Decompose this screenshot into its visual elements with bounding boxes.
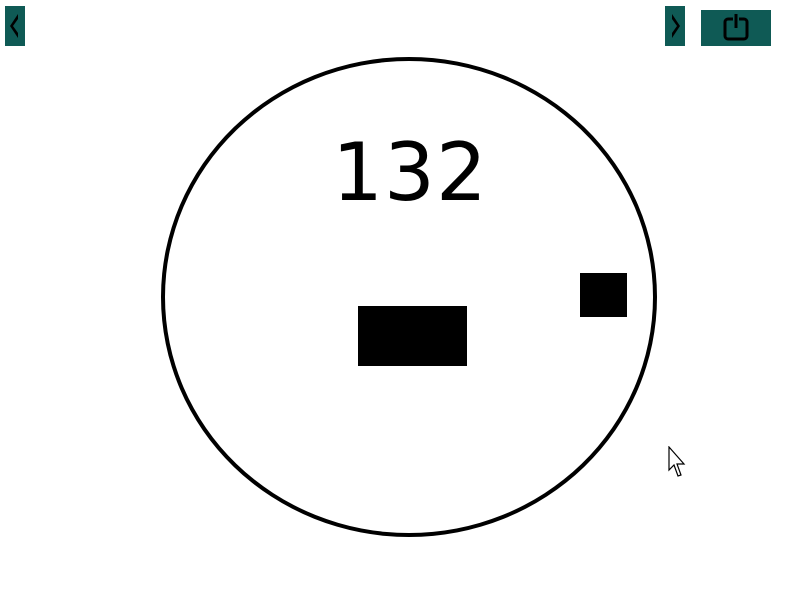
mouse-cursor-icon bbox=[668, 446, 686, 477]
target-block bbox=[580, 273, 627, 317]
player-paddle[interactable] bbox=[358, 306, 467, 366]
power-button[interactable] bbox=[701, 10, 771, 46]
arrow-right-icon bbox=[672, 14, 680, 38]
arrow-left-icon bbox=[10, 14, 18, 38]
score-display: 132 bbox=[332, 126, 488, 219]
power-icon bbox=[723, 14, 749, 41]
game-screen: 132 bbox=[0, 0, 800, 600]
next-button[interactable] bbox=[665, 6, 685, 46]
previous-button[interactable] bbox=[5, 6, 25, 46]
